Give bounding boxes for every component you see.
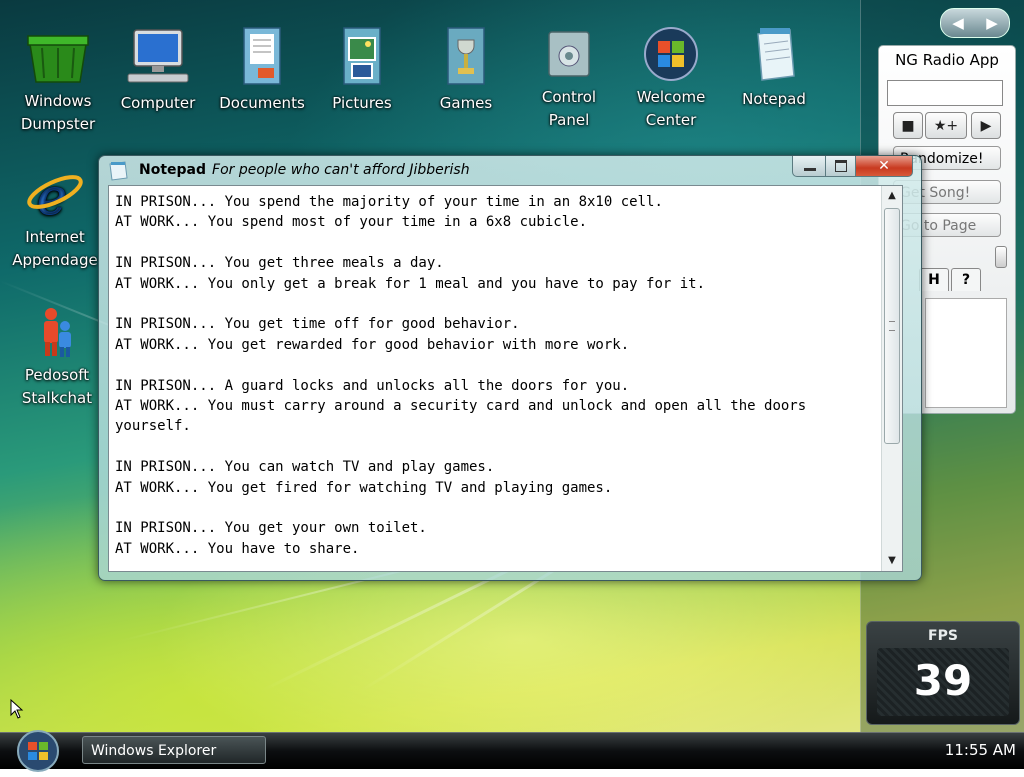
desktop-icon-notepad[interactable]: Notepad <box>729 26 819 111</box>
icon-label: Pedosoft <box>24 366 90 384</box>
vertical-scrollbar[interactable]: ▲ ▼ <box>881 186 902 571</box>
volume-slider-handle[interactable] <box>995 246 1007 268</box>
desktop-icon-pedosoft-stalkchat[interactable]: Pedosoft Stalkchat <box>12 304 102 410</box>
title-bar[interactable]: Notepad For people who can't afford Jibbe… <box>99 156 921 186</box>
icon-label: Internet <box>25 228 85 246</box>
app-name: Notepad <box>139 162 207 178</box>
next-arrow-icon[interactable]: ▶ <box>975 9 1009 37</box>
radio-title: NG Radio App <box>895 51 999 69</box>
fps-value: 39 <box>913 656 973 705</box>
maximize-button[interactable] <box>825 156 857 177</box>
icon-label: Windows <box>24 92 92 110</box>
desktop-icon-internet-appendage[interactable]: e Internet Appendage <box>10 166 100 272</box>
system-clock[interactable]: 11:55 AM <box>945 741 1016 759</box>
desktop: Windows Dumpster Computer Documents Pict… <box>0 0 1024 732</box>
desktop-icon-control-panel[interactable]: Control Panel <box>524 26 614 132</box>
notepad-icon <box>748 26 800 82</box>
text-editor[interactable]: IN PRISON... You spend the majority of y… <box>108 185 903 572</box>
minimize-icon <box>803 167 816 171</box>
desktop-icon-documents[interactable]: Documents <box>217 26 307 115</box>
icon-label: Welcome <box>636 88 706 106</box>
icon-label: Appendage <box>12 251 98 269</box>
icon-label: Notepad <box>742 90 806 108</box>
window-title: Notepad For people who can't afford Jibbe… <box>139 162 470 178</box>
text-line: IN PRISON... You can watch TV and play g… <box>115 459 495 476</box>
text-line: AT WORK... You must carry around a secur… <box>115 398 807 415</box>
users-icon <box>31 304 83 360</box>
maximize-icon <box>835 160 847 172</box>
control-panel-icon <box>543 26 595 82</box>
stop-icon: ■ <box>901 117 915 134</box>
text-line: AT WORK... You get rewarded for good beh… <box>115 336 630 353</box>
scroll-down-icon[interactable]: ▼ <box>885 553 899 569</box>
grip-icon <box>889 321 895 331</box>
desktop-icon-pictures[interactable]: Pictures <box>317 26 407 115</box>
app-tagline: For people who can't afford Jibberish <box>212 162 470 178</box>
icon-label: Pictures <box>332 94 392 112</box>
text-line: yourself. <box>115 418 191 435</box>
icon-label: Center <box>645 111 697 129</box>
play-icon: ▶ <box>980 117 992 134</box>
taskbar: Windows Explorer 11:55 AM <box>0 730 1024 772</box>
notepad-icon <box>107 161 128 181</box>
text-line <box>115 498 895 518</box>
icon-label: Panel <box>548 111 590 129</box>
windows-logo-icon <box>644 26 698 82</box>
text-line: IN PRISON... You get time off for good b… <box>115 316 520 333</box>
text-line: IN PRISON... You spend the majority of y… <box>115 194 663 210</box>
previous-arrow-icon[interactable]: ◀ <box>941 9 975 37</box>
icon-label: Documents <box>219 94 305 112</box>
desktop-icon-welcome-center[interactable]: Welcome Center <box>626 26 716 132</box>
icon-label: Stalkchat <box>21 389 93 407</box>
text-line <box>115 294 895 314</box>
radio-search-input[interactable] <box>887 80 1003 106</box>
icon-label: Games <box>439 94 493 112</box>
taskbar-item-windows-explorer[interactable]: Windows Explorer <box>82 736 266 764</box>
text-line: AT WORK... You only get a break for 1 me… <box>115 275 706 292</box>
tab-h[interactable]: H <box>919 268 949 291</box>
radio-list <box>925 298 1007 408</box>
documents-folder-icon <box>236 26 288 85</box>
icon-label: Computer <box>120 94 196 112</box>
text-line <box>115 437 895 457</box>
editor-text[interactable]: IN PRISON... You spend the majority of y… <box>115 192 895 559</box>
computer-icon <box>127 26 189 83</box>
start-button[interactable] <box>14 729 62 773</box>
text-line <box>115 355 895 375</box>
games-folder-icon <box>440 26 492 85</box>
desktop-icon-games[interactable]: Games <box>421 26 511 115</box>
notepad-window: Notepad For people who can't afford Jibbe… <box>98 155 922 581</box>
text-line: AT WORK... You get fired for watching TV… <box>115 479 613 496</box>
fps-gadget: FPS 39 <box>866 621 1020 725</box>
text-line <box>115 233 895 253</box>
fps-label: FPS <box>928 628 958 644</box>
text-line: IN PRISON... You get three meals a day. <box>115 255 444 272</box>
tab-help[interactable]: ? <box>951 268 981 291</box>
close-button[interactable]: ✕ <box>855 156 913 177</box>
desktop-icon-windows-dumpster[interactable]: Windows Dumpster <box>13 30 103 136</box>
icon-label: Control <box>541 88 597 106</box>
dumpster-icon <box>27 30 89 86</box>
svg-text:e: e <box>37 168 67 222</box>
sidebar-nav: ◀ ▶ <box>940 8 1010 38</box>
minimize-button[interactable] <box>792 156 827 177</box>
text-line: AT WORK... You have to share. <box>115 540 360 557</box>
close-icon: ✕ <box>878 158 890 174</box>
scroll-up-icon[interactable]: ▲ <box>885 188 899 204</box>
mouse-cursor-icon <box>10 698 24 723</box>
scroll-thumb[interactable] <box>884 208 900 444</box>
pictures-folder-icon <box>336 26 388 85</box>
internet-explorer-icon: e <box>27 166 83 227</box>
play-button[interactable]: ▶ <box>971 112 1001 139</box>
star-plus-icon: ★+ <box>933 117 959 134</box>
icon-label: Dumpster <box>20 115 96 133</box>
favorite-button[interactable]: ★+ <box>925 112 967 139</box>
text-line: IN PRISON... A guard locks and unlocks a… <box>115 377 630 394</box>
text-line: AT WORK... You spend most of your time i… <box>115 214 588 231</box>
stop-button[interactable]: ■ <box>893 112 923 139</box>
text-line: IN PRISON... You get your own toilet. <box>115 520 427 537</box>
desktop-icon-computer[interactable]: Computer <box>113 26 203 115</box>
fps-display: 39 <box>877 648 1009 716</box>
